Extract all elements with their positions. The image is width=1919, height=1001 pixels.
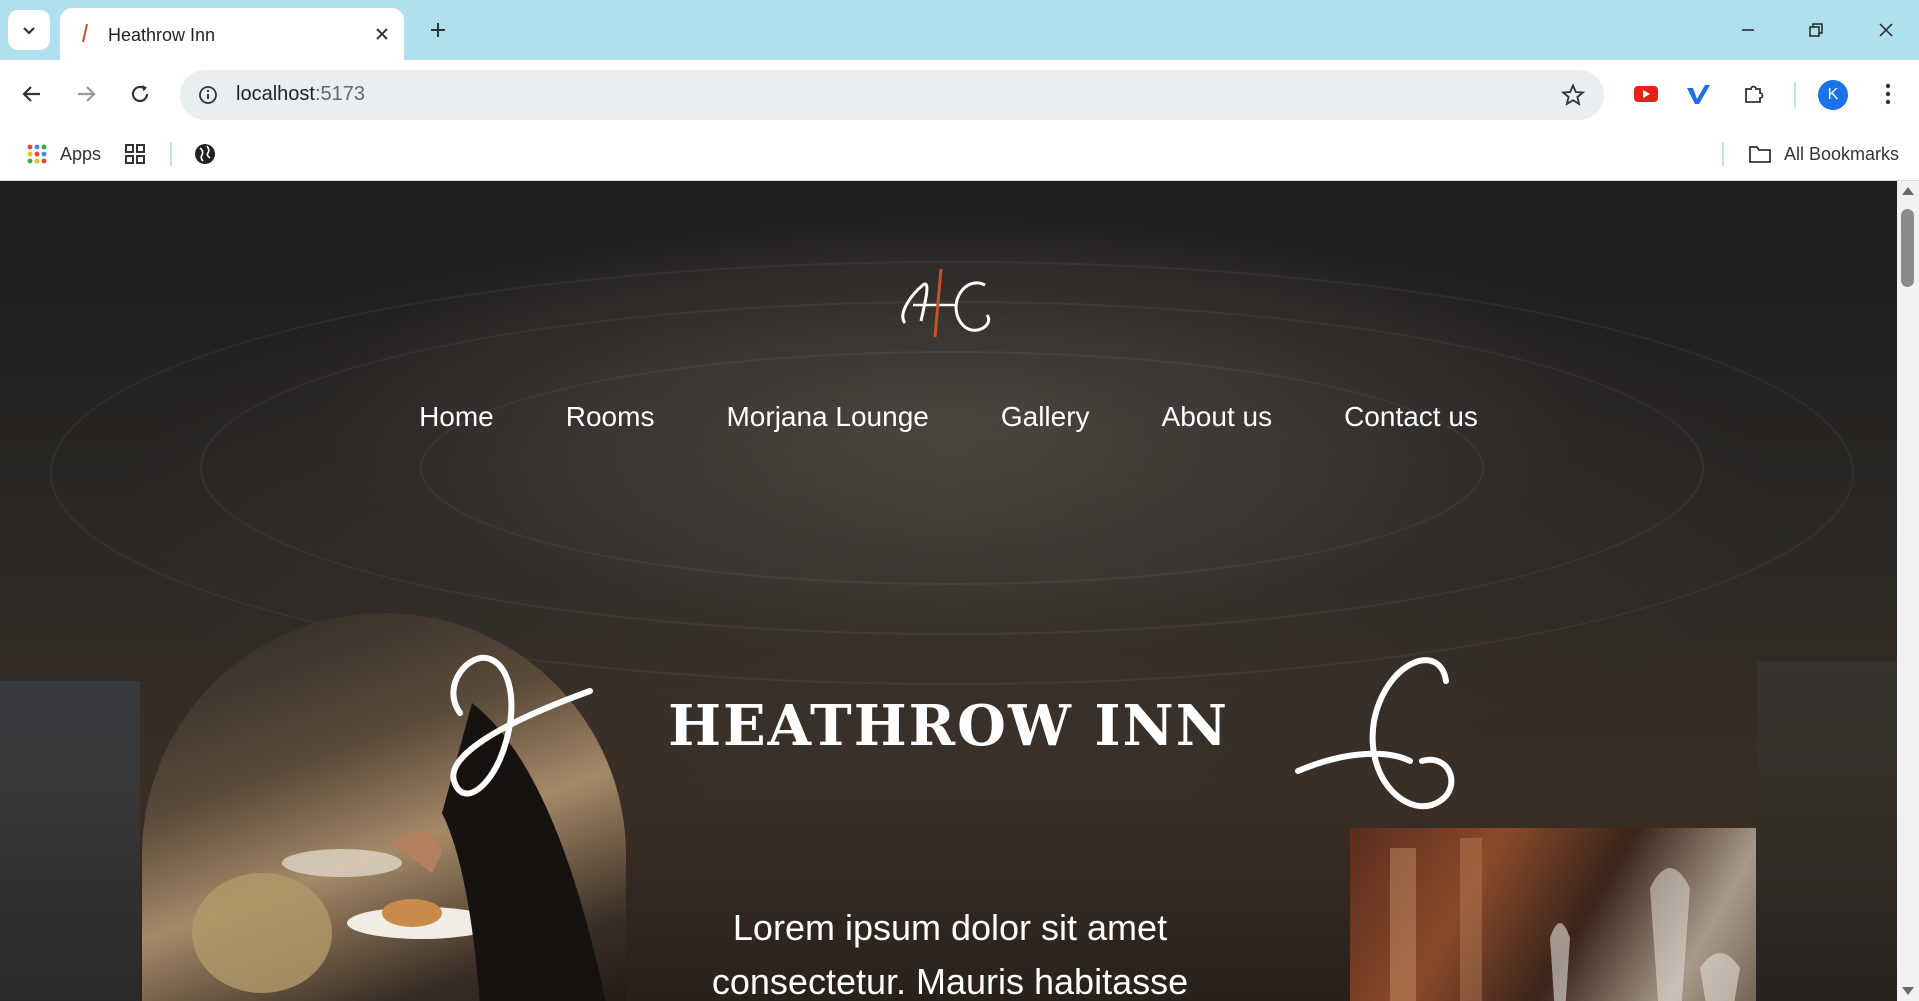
glassware-illustration [1390, 838, 1740, 1001]
bookmark-star-button[interactable] [1560, 82, 1586, 108]
nav-morjana-lounge[interactable]: Morjana Lounge [726, 401, 928, 433]
close-icon [376, 28, 388, 40]
close-icon [1879, 23, 1893, 37]
nav-rooms[interactable]: Rooms [566, 401, 655, 433]
tab-strip: Heathrow Inn [0, 0, 1919, 60]
youtube-extension-button[interactable] [1626, 74, 1666, 114]
bookmark-separator [170, 142, 172, 166]
bookmark-apps[interactable]: Apps [26, 138, 101, 170]
arrow-left-icon [22, 86, 40, 102]
tab-title: Heathrow Inn [108, 25, 216, 45]
url-port: :5173 [314, 83, 365, 105]
puzzle-icon [1745, 85, 1764, 103]
plus-icon [431, 23, 445, 37]
bookmark-separator [1722, 142, 1724, 166]
profile-avatar[interactable]: K [1818, 80, 1848, 110]
bookmarks-bar: Apps All Bookmarks [0, 128, 1919, 181]
star-icon [1561, 83, 1585, 106]
site-favicon-icon [82, 23, 88, 43]
scroll-down-arrow[interactable] [1902, 987, 1914, 995]
all-bookmarks-label: All Bookmarks [1784, 143, 1900, 164]
new-tab-button[interactable] [422, 14, 454, 46]
url-text: localhost:5173 [236, 83, 365, 106]
kebab-menu-icon [1885, 83, 1891, 105]
toolbar-separator [1794, 82, 1796, 108]
bookmark-globe[interactable] [193, 138, 217, 170]
vimeo-icon [1687, 85, 1710, 104]
restore-button[interactable] [1788, 8, 1844, 52]
all-bookmarks-button[interactable]: All Bookmarks [1748, 138, 1899, 170]
main-nav: Home Rooms Morjana Lounge Gallery About … [0, 401, 1897, 433]
minimize-button[interactable] [1720, 8, 1776, 52]
hero-subtitle-line: Lorem ipsum dolor sit amet [732, 907, 1168, 948]
browser-toolbar: localhost:5173 K [0, 60, 1919, 128]
reload-button[interactable] [120, 74, 160, 114]
nav-contact-us[interactable]: Contact us [1344, 401, 1478, 433]
youtube-icon [1634, 86, 1658, 102]
bookmark-tab-groups[interactable] [124, 138, 146, 170]
nav-gallery[interactable]: Gallery [1001, 401, 1090, 433]
hero-subtitle: Lorem ipsum dolor sit amet consectetur. … [600, 901, 1300, 1001]
vimeo-extension-button[interactable] [1678, 74, 1718, 114]
scroll-up-arrow[interactable] [1902, 187, 1914, 195]
tab-search-button[interactable] [8, 10, 50, 50]
reload-icon [131, 85, 149, 103]
nav-about-us[interactable]: About us [1162, 401, 1273, 433]
restaurant-table-image [1350, 828, 1756, 1001]
tab-close-button[interactable] [368, 20, 396, 48]
extensions-button[interactable] [1734, 74, 1774, 114]
close-window-button[interactable] [1858, 8, 1914, 52]
nav-home[interactable]: Home [419, 401, 494, 433]
info-icon [199, 86, 217, 104]
page-viewport: Home Rooms Morjana Lounge Gallery About … [0, 181, 1897, 1001]
scroll-thumb[interactable] [1901, 209, 1914, 287]
bookmark-apps-label: Apps [60, 143, 102, 164]
browser-tab[interactable]: Heathrow Inn [60, 8, 404, 60]
hero-subtitle-line: consectetur. Mauris habitasse [711, 961, 1189, 1001]
restore-icon [1809, 23, 1823, 37]
page-scrollbar[interactable] [1897, 181, 1919, 1001]
site-info-button[interactable] [194, 81, 222, 109]
chevron-down-icon [23, 27, 35, 35]
ceiling-ornament [420, 351, 1484, 585]
globe-icon [195, 144, 215, 164]
url-host: localhost [236, 83, 315, 105]
grid-icon [125, 144, 145, 164]
site-logo[interactable] [895, 263, 1005, 343]
apps-grid-icon [27, 144, 47, 164]
minimize-icon [1742, 29, 1754, 31]
back-button[interactable] [12, 74, 52, 114]
browser-menu-button[interactable] [1868, 74, 1908, 114]
address-bar[interactable]: localhost:5173 [180, 70, 1604, 120]
hero-title: HEATHROW INN [668, 693, 1229, 759]
forward-button[interactable] [66, 74, 106, 114]
folder-icon [1749, 146, 1771, 163]
arrow-right-icon [78, 86, 96, 102]
